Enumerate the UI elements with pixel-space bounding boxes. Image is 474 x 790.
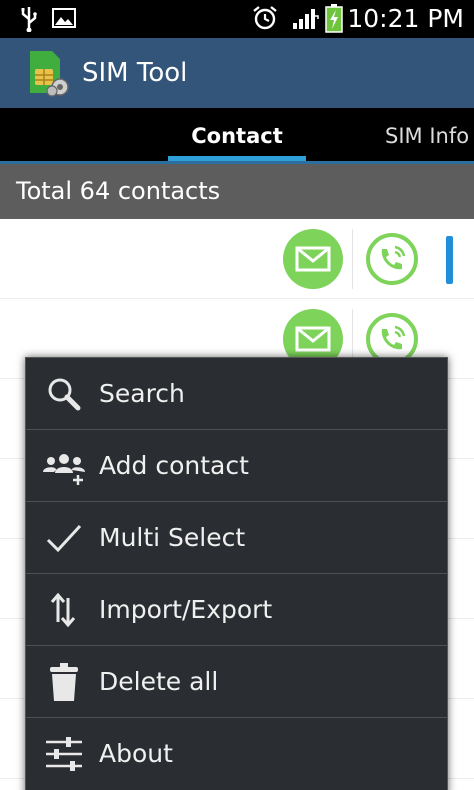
signal-icon xyxy=(293,9,319,29)
contacts-count-header: Total 64 contacts xyxy=(0,164,474,219)
checkmark-icon xyxy=(46,524,82,553)
add-contact-icon xyxy=(43,454,85,485)
menu-item-label: Search xyxy=(99,379,185,408)
scrollbar-thumb[interactable] xyxy=(446,236,453,284)
settings-sliders-icon xyxy=(46,737,82,771)
menu-item-label: Multi Select xyxy=(99,523,246,552)
app-title: SIM Tool xyxy=(82,58,188,88)
action-bar: SIM Tool xyxy=(0,38,474,108)
menu-item-add-contact[interactable]: Add contact xyxy=(26,430,447,502)
overflow-menu: Search Add contact Multi Select Import/E… xyxy=(25,357,448,790)
menu-item-import-export[interactable]: Import/Export xyxy=(26,574,447,646)
call-icon xyxy=(366,233,418,285)
image-icon xyxy=(52,8,76,28)
trash-icon xyxy=(50,663,78,701)
menu-item-label: Delete all xyxy=(99,667,219,696)
battery-charging-icon xyxy=(325,4,343,33)
menu-item-delete-all[interactable]: Delete all xyxy=(26,646,447,718)
menu-item-search[interactable]: Search xyxy=(26,358,447,430)
message-button[interactable] xyxy=(283,229,343,289)
tab-sim-info[interactable]: SIM Info xyxy=(385,122,469,150)
menu-item-about[interactable]: About xyxy=(26,718,447,790)
alarm-icon xyxy=(253,6,277,30)
tab-contact[interactable]: Contact xyxy=(168,122,306,150)
message-icon xyxy=(295,246,331,272)
import-export-icon xyxy=(50,592,76,628)
usb-icon xyxy=(21,7,37,32)
menu-item-multi-select[interactable]: Multi Select xyxy=(26,502,447,574)
menu-item-label: Add contact xyxy=(99,451,249,480)
status-time: 10:21 PM xyxy=(347,4,464,33)
sim-card-icon xyxy=(30,51,69,97)
search-icon xyxy=(48,378,81,411)
menu-item-label: About xyxy=(99,739,173,768)
menu-item-label: Import/Export xyxy=(99,595,273,624)
call-button[interactable] xyxy=(362,229,422,289)
status-bar: 10:21 PM xyxy=(0,0,474,38)
screen: 10:21 PM SIM Tool Contact SIM Info Total… xyxy=(0,0,474,790)
contact-row[interactable] xyxy=(0,219,474,299)
action-divider xyxy=(352,229,353,289)
contacts-count-text: Total 64 contacts xyxy=(16,177,221,205)
